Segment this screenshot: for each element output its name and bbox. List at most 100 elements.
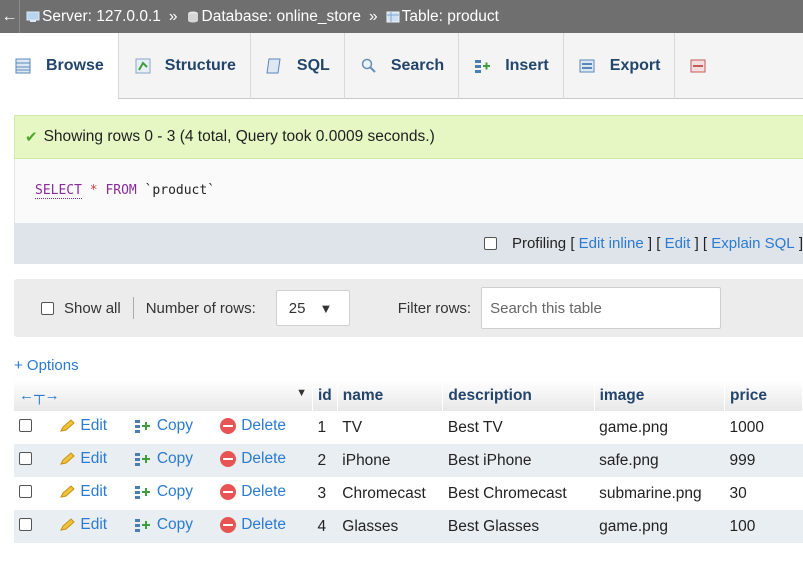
breadcrumb-server[interactable]: Server: 127.0.0.1: [26, 8, 161, 26]
cell-name[interactable]: Chromecast: [337, 477, 443, 510]
cell-image[interactable]: game.png: [594, 510, 725, 543]
tab-sql[interactable]: SQL: [251, 33, 345, 99]
row-checkbox[interactable]: [19, 517, 32, 531]
column-arrows-icon[interactable]: ←┬→: [19, 387, 60, 404]
table-icon: [386, 11, 400, 22]
edit-link[interactable]: Edit: [665, 235, 691, 252]
cell-price[interactable]: 100: [724, 510, 803, 543]
copy-label: Copy: [156, 483, 194, 500]
tab-insert[interactable]: Insert: [459, 33, 564, 99]
cell-image[interactable]: safe.png: [594, 444, 725, 477]
cell-image[interactable]: game.png: [594, 411, 725, 444]
tab-structure[interactable]: Structure: [119, 33, 251, 99]
cell-description[interactable]: Best Chromecast: [442, 477, 595, 510]
tab-label: Search: [390, 57, 445, 74]
row-checkbox[interactable]: [19, 418, 32, 432]
import-icon: [690, 59, 706, 73]
delete-button[interactable]: Delete: [220, 516, 286, 534]
divider: [132, 297, 134, 319]
breadcrumb-table-label: Table: product: [401, 7, 499, 25]
edit-button[interactable]: Edit: [59, 516, 107, 534]
insert-icon: [475, 60, 491, 73]
search-icon: [361, 58, 376, 73]
row-checkbox[interactable]: [19, 451, 32, 465]
cell-name[interactable]: Glasses: [337, 510, 443, 543]
pencil-icon: [60, 485, 76, 498]
tab-bar: Browse Structure SQL Search Insert Expor…: [0, 33, 803, 99]
table-row: Edit Copy Delete 4 Glasses Best Glasses …: [14, 510, 803, 543]
options-link[interactable]: + Options: [14, 357, 79, 374]
delete-button[interactable]: Delete: [220, 483, 286, 501]
copy-button[interactable]: Copy: [134, 483, 193, 501]
cell-description[interactable]: Best iPhone: [442, 444, 595, 477]
edit-label: Edit: [80, 417, 108, 434]
tab-search[interactable]: Search: [345, 33, 460, 99]
cell-id[interactable]: 4: [312, 510, 338, 543]
table-row: Edit Copy Delete 2 iPhone Best iPhone sa…: [14, 444, 803, 477]
row-select-cell: [14, 510, 55, 543]
delete-label: Delete: [241, 416, 287, 434]
breadcrumb-table[interactable]: Table: product: [386, 8, 499, 26]
table-header-row: ←┬→ ▼ id name description image price: [14, 380, 803, 411]
edit-button[interactable]: Edit: [59, 483, 107, 501]
delete-icon: [220, 417, 237, 434]
sql-keyword-select[interactable]: SELECT: [35, 183, 82, 199]
copy-icon: [134, 453, 150, 466]
edit-cell: Edit: [54, 444, 129, 477]
checkmark-icon: ✔: [25, 129, 38, 146]
sql-query[interactable]: SELECT * FROM `product`: [35, 183, 215, 199]
edit-button[interactable]: Edit: [59, 450, 107, 468]
filter-rows-input[interactable]: Search this table: [481, 287, 722, 329]
row-select-cell: [14, 444, 55, 477]
sql-star: *: [89, 183, 98, 198]
tab-export[interactable]: Export: [564, 33, 676, 99]
cell-description[interactable]: Best TV: [442, 411, 595, 444]
column-header-name[interactable]: name: [337, 380, 444, 411]
sort-dropdown-icon[interactable]: ▼: [296, 387, 307, 399]
cell-id[interactable]: 1: [312, 411, 338, 444]
cell-name[interactable]: TV: [337, 411, 443, 444]
sql-query-box: SELECT * FROM `product`: [14, 159, 803, 223]
edit-label: Edit: [80, 516, 108, 533]
column-header-image[interactable]: image: [594, 380, 725, 411]
copy-button[interactable]: Copy: [134, 516, 193, 534]
breadcrumb-database[interactable]: Database: online_store: [186, 8, 361, 26]
row-checkbox[interactable]: [19, 484, 32, 498]
cell-price[interactable]: 1000: [724, 411, 803, 444]
edit-inline-link[interactable]: Edit inline: [579, 235, 644, 252]
cell-price[interactable]: 999: [724, 444, 803, 477]
delete-label: Delete: [241, 482, 287, 500]
pencil-icon: [60, 419, 76, 432]
delete-button[interactable]: Delete: [220, 450, 286, 468]
table-row: Edit Copy Delete 1 TV Best TV game.png 1…: [14, 411, 803, 444]
delete-button[interactable]: Delete: [220, 417, 286, 435]
cell-id[interactable]: 2: [312, 444, 338, 477]
cell-image[interactable]: submarine.png: [594, 477, 725, 510]
column-header-id[interactable]: id: [312, 380, 338, 411]
delete-cell: Delete: [215, 411, 313, 444]
explain-sql-link[interactable]: Explain SQL: [711, 235, 794, 252]
edit-button[interactable]: Edit: [59, 417, 107, 435]
column-header-price[interactable]: price: [724, 380, 803, 411]
tab-label: Structure: [164, 57, 236, 74]
number-of-rows-select[interactable]: 25 ▼: [275, 290, 350, 326]
results-table: ←┬→ ▼ id name description image price Ed…: [14, 380, 803, 543]
tab-browse[interactable]: Browse: [0, 33, 119, 99]
cell-price[interactable]: 30: [724, 477, 803, 510]
edit-label: Edit: [80, 450, 108, 467]
profiling-checkbox[interactable]: [483, 237, 497, 250]
delete-label: Delete: [241, 449, 287, 467]
back-arrow-icon[interactable]: ←: [0, 0, 20, 33]
copy-button[interactable]: Copy: [134, 450, 193, 468]
cell-description[interactable]: Best Glasses: [442, 510, 595, 543]
cell-name[interactable]: iPhone: [337, 444, 443, 477]
show-all-label: Show all: [64, 299, 121, 317]
tab-label: Browse: [46, 57, 104, 74]
success-message: ✔ Showing rows 0 - 3 (4 total, Query too…: [14, 115, 803, 159]
edit-cell: Edit: [54, 411, 129, 444]
copy-button[interactable]: Copy: [134, 417, 193, 435]
column-header-description[interactable]: description: [442, 380, 595, 411]
tab-more[interactable]: [675, 33, 721, 99]
show-all-checkbox[interactable]: [41, 301, 54, 315]
cell-id[interactable]: 3: [312, 477, 338, 510]
